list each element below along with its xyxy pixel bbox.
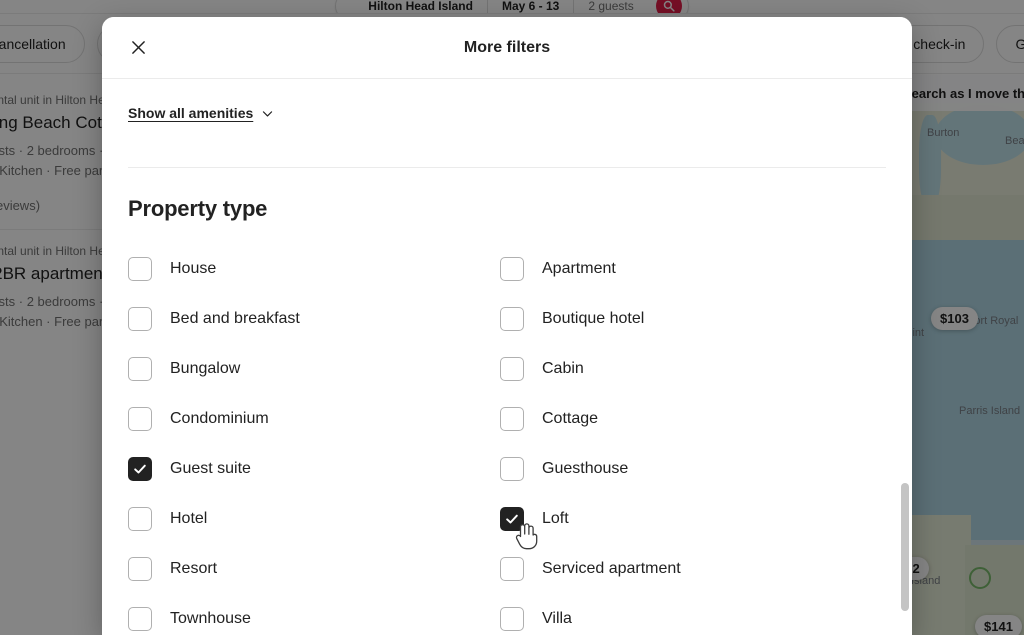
property-type-checkbox-resort[interactable]: Resort: [128, 544, 500, 594]
property-type-checkbox-villa[interactable]: Villa: [500, 594, 886, 635]
property-type-label: Serviced apartment: [542, 560, 681, 577]
property-type-checkbox-guest-suite[interactable]: Guest suite: [128, 444, 500, 494]
checkbox-icon[interactable]: [500, 307, 524, 331]
property-type-checkbox-condominium[interactable]: Condominium: [128, 394, 500, 444]
checkbox-icon[interactable]: [128, 507, 152, 531]
checkbox-icon[interactable]: [128, 607, 152, 631]
checkbox-icon[interactable]: [128, 357, 152, 381]
chevron-down-icon: [261, 107, 274, 120]
property-type-checkbox-hotel[interactable]: Hotel: [128, 494, 500, 544]
property-type-checkbox-townhouse[interactable]: Townhouse: [128, 594, 500, 635]
property-type-checkbox-boutique-hotel[interactable]: Boutique hotel: [500, 294, 886, 344]
checkbox-icon[interactable]: [500, 557, 524, 581]
property-type-checkbox-serviced-apartment[interactable]: Serviced apartment: [500, 544, 886, 594]
property-type-label: Apartment: [542, 260, 616, 277]
modal-scrollbar-thumb[interactable]: [901, 483, 909, 611]
amenities-toggle-row: Show all amenities: [128, 79, 886, 123]
property-type-label: Guest suite: [170, 460, 251, 477]
property-type-label: Condominium: [170, 410, 269, 427]
checkbox-icon[interactable]: [500, 607, 524, 631]
property-type-label: Cottage: [542, 410, 599, 427]
property-type-label: Hotel: [170, 510, 208, 527]
close-icon[interactable]: [122, 32, 154, 64]
property-type-label: Resort: [170, 560, 218, 577]
section-divider: [128, 167, 886, 168]
property-type-label: Boutique hotel: [542, 310, 645, 327]
modal-title: More filters: [463, 38, 551, 56]
checkbox-checked-icon[interactable]: [128, 457, 152, 481]
checkbox-icon[interactable]: [128, 557, 152, 581]
property-type-checkbox-bed-and-breakfast[interactable]: Bed and breakfast: [128, 294, 500, 344]
modal-header: More filters: [102, 17, 912, 79]
property-type-label: House: [170, 260, 217, 277]
checkbox-checked-icon[interactable]: [500, 507, 524, 531]
show-all-amenities-button[interactable]: Show all amenities: [128, 105, 274, 121]
property-type-label: Townhouse: [170, 610, 251, 627]
property-type-checkbox-bungalow[interactable]: Bungalow: [128, 344, 500, 394]
property-type-label: Bed and breakfast: [170, 310, 300, 327]
property-type-checkbox-loft[interactable]: Loft: [500, 494, 886, 544]
property-type-checkbox-apartment[interactable]: Apartment: [500, 244, 886, 294]
property-type-checkbox-guesthouse[interactable]: Guesthouse: [500, 444, 886, 494]
property-type-checkbox-grid: House Apartment Bed and breakfast Boutique …: [128, 244, 886, 635]
checkbox-icon[interactable]: [128, 407, 152, 431]
property-type-checkbox-house[interactable]: House: [128, 244, 500, 294]
modal-scrollbar[interactable]: [901, 79, 909, 635]
property-type-label: Cabin: [542, 360, 584, 377]
property-type-heading: Property type: [128, 196, 268, 221]
property-type-checkbox-cottage[interactable]: Cottage: [500, 394, 886, 444]
checkbox-icon[interactable]: [500, 257, 524, 281]
checkbox-icon[interactable]: [500, 357, 524, 381]
more-filters-modal: More filters Show all amenities Property…: [102, 17, 912, 635]
modal-body: Show all amenities Property type House Ap…: [102, 79, 912, 635]
checkbox-icon[interactable]: [128, 257, 152, 281]
checkbox-icon[interactable]: [500, 457, 524, 481]
property-type-checkbox-cabin[interactable]: Cabin: [500, 344, 886, 394]
property-type-label: Loft: [542, 510, 569, 527]
show-all-amenities-label: Show all amenities: [128, 105, 254, 121]
property-type-label: Villa: [542, 610, 572, 627]
checkbox-icon[interactable]: [500, 407, 524, 431]
property-type-label: Bungalow: [170, 360, 241, 377]
checkbox-icon[interactable]: [128, 307, 152, 331]
property-type-label: Guesthouse: [542, 460, 629, 477]
